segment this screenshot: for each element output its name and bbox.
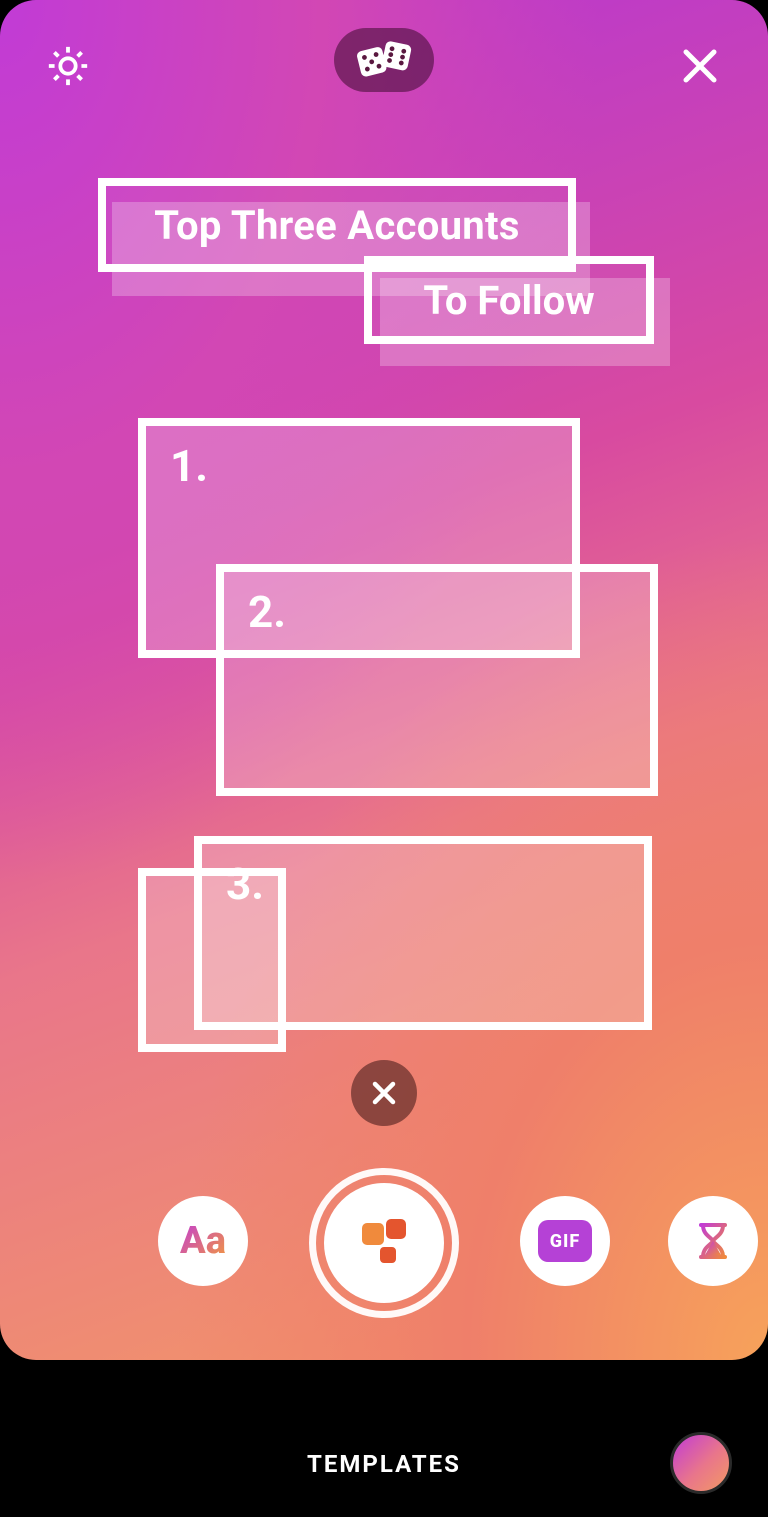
mode-label[interactable]: TEMPLATES	[307, 1450, 461, 1478]
slot-3[interactable]: 3.	[194, 836, 652, 1030]
templates-tool-inner	[324, 1183, 444, 1303]
story-canvas[interactable]: Top Three Accounts To Follow 1. 2. 3.	[0, 0, 768, 1360]
close-icon	[680, 46, 720, 86]
text-icon: Aa	[180, 1219, 226, 1263]
text-tool-button[interactable]: Aa	[158, 1196, 248, 1286]
slot-number: 1.	[170, 440, 208, 492]
slot-2[interactable]: 2.	[216, 564, 658, 796]
background-color-button[interactable]	[670, 1432, 732, 1494]
slot-number: 2.	[248, 586, 286, 638]
countdown-tool-button[interactable]	[668, 1196, 758, 1286]
clear-template-button[interactable]	[351, 1060, 417, 1126]
gear-icon	[45, 43, 91, 89]
collage-icon	[358, 1217, 410, 1269]
randomize-button[interactable]	[334, 28, 434, 92]
gif-tool-button[interactable]: GIF	[520, 1196, 610, 1286]
templates-tool-button[interactable]	[309, 1168, 459, 1318]
gif-label: GIF	[550, 1231, 580, 1252]
close-button[interactable]	[672, 38, 728, 94]
gif-icon: GIF	[538, 1220, 592, 1262]
close-icon	[371, 1080, 397, 1106]
title-text-2: To Follow	[423, 277, 594, 324]
title-box-2[interactable]: To Follow	[364, 256, 654, 344]
tool-row: Aa GIF	[0, 1156, 768, 1326]
title-text-1: Top Three Accounts	[154, 202, 519, 249]
footer-bar: TEMPLATES	[0, 1360, 768, 1517]
dice-icon	[353, 39, 415, 81]
top-bar	[0, 28, 768, 108]
hourglass-icon	[693, 1221, 733, 1261]
settings-button[interactable]	[40, 38, 96, 94]
slot-number: 3.	[226, 858, 264, 910]
